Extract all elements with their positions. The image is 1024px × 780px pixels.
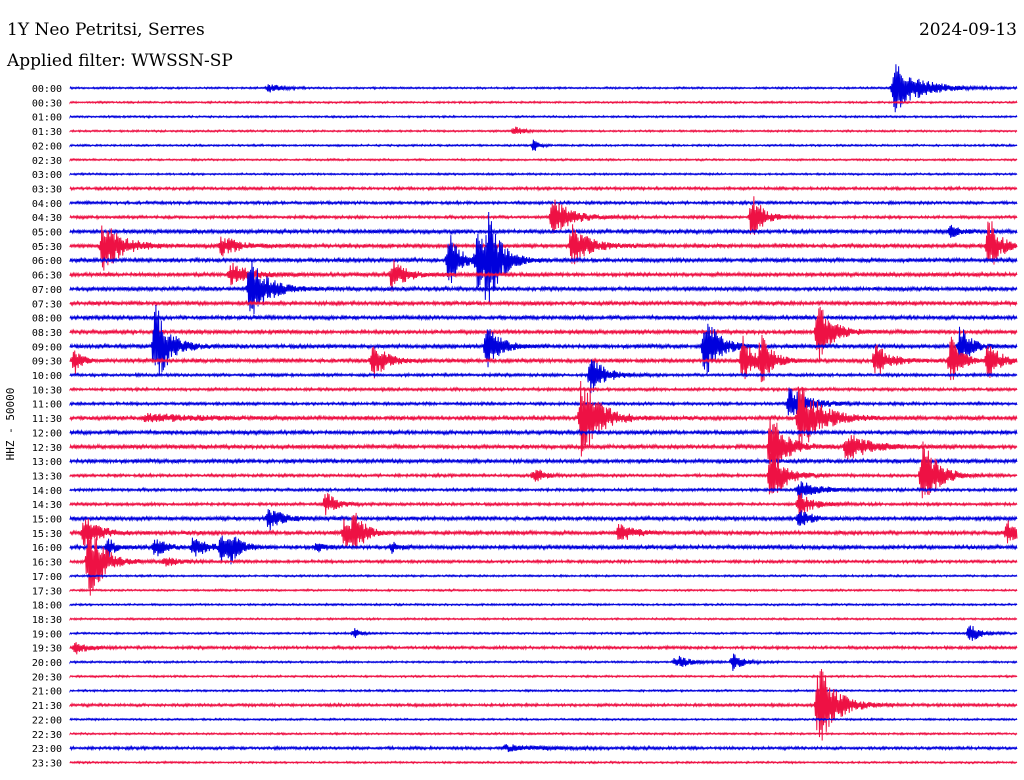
trace-line — [69, 731, 1018, 737]
time-label: 20:00 — [32, 658, 62, 669]
trace-line — [69, 64, 1018, 113]
time-label: 19:30 — [32, 644, 62, 655]
trace-line — [69, 385, 1018, 393]
trace-line — [69, 224, 1018, 238]
time-label: 09:30 — [32, 357, 62, 368]
trace-line — [69, 185, 1018, 192]
time-label: 18:30 — [32, 615, 62, 626]
trace-line — [69, 299, 1018, 308]
trace-line — [69, 481, 1018, 501]
helicorder-plot: HHZ - 50000 00:00 00:30 01:00 01:30 02:00 02:… — [4, 64, 1018, 769]
trace-line — [69, 625, 1018, 641]
trace-line — [69, 428, 1018, 437]
time-label: 04:30 — [32, 213, 62, 224]
time-label: 23:00 — [32, 744, 62, 755]
time-label: 10:30 — [32, 385, 62, 396]
time-label: 01:00 — [32, 113, 62, 124]
time-label: 14:00 — [32, 486, 62, 497]
trace-line — [69, 126, 1018, 135]
time-label: 14:30 — [32, 500, 62, 511]
trace-line — [69, 221, 1018, 271]
trace-line — [69, 492, 1018, 516]
trace-line — [69, 616, 1018, 622]
trace-line — [69, 306, 1018, 360]
time-label: 01:30 — [32, 127, 62, 138]
time-label: 23:30 — [32, 758, 62, 769]
time-label: 08:30 — [32, 328, 62, 339]
time-label: 22:30 — [32, 730, 62, 741]
trace-line — [69, 587, 1018, 593]
time-label: 11:00 — [32, 400, 62, 411]
time-label: 18:00 — [32, 601, 62, 612]
time-label: 19:00 — [32, 629, 62, 640]
trace-line — [69, 157, 1018, 163]
trace-line — [69, 744, 1018, 753]
time-label: 08:00 — [32, 314, 62, 325]
time-label: 03:00 — [32, 170, 62, 181]
trace-line — [69, 100, 1018, 105]
trace-line — [69, 668, 1018, 741]
time-label: 16:30 — [32, 558, 62, 569]
time-label: 02:00 — [32, 141, 62, 152]
trace-line — [69, 139, 1018, 151]
time-label: 20:30 — [32, 672, 62, 683]
time-label: 17:30 — [32, 586, 62, 597]
time-label: 21:30 — [32, 701, 62, 712]
y-axis-label: HHZ - 50000 — [4, 388, 17, 461]
time-label: 07:30 — [32, 299, 62, 310]
time-label: 13:00 — [32, 457, 62, 468]
trace-line — [69, 760, 1018, 765]
trace-line — [69, 653, 1018, 672]
time-label: 22:00 — [32, 715, 62, 726]
time-label: 02:30 — [32, 156, 62, 167]
time-label: 11:30 — [32, 414, 62, 425]
time-label: 13:30 — [32, 471, 62, 482]
trace-line — [69, 313, 1018, 322]
time-label: 00:30 — [32, 98, 62, 109]
time-label: 04:00 — [32, 199, 62, 210]
trace-line — [69, 688, 1018, 694]
time-label: 15:00 — [32, 515, 62, 526]
time-label: 15:30 — [32, 529, 62, 540]
time-label: 06:00 — [32, 256, 62, 267]
time-label: 05:30 — [32, 242, 62, 253]
time-label: 06:30 — [32, 271, 62, 282]
time-label: 07:00 — [32, 285, 62, 296]
trace-line — [69, 114, 1018, 120]
time-label: 10:00 — [32, 371, 62, 382]
trace-line — [69, 259, 1018, 292]
trace-line — [69, 387, 1018, 416]
trace-line — [69, 602, 1018, 607]
time-label: 16:00 — [32, 543, 62, 554]
trace-line — [69, 642, 1018, 655]
trace-line — [69, 535, 1018, 565]
trace-line — [69, 509, 1018, 531]
trace-line — [69, 674, 1018, 679]
time-label: 21:00 — [32, 687, 62, 698]
time-label: 12:00 — [32, 428, 62, 439]
trace-line — [69, 171, 1018, 177]
trace-line — [69, 573, 1018, 579]
time-label: 17:00 — [32, 572, 62, 583]
trace-line — [69, 457, 1018, 465]
time-label: 05:00 — [32, 228, 62, 239]
time-label: 09:00 — [32, 342, 62, 353]
trace-line — [69, 199, 1018, 207]
time-label: 00:00 — [32, 84, 62, 95]
trace-line — [69, 418, 1018, 480]
trace-line — [69, 717, 1018, 722]
trace-line — [69, 380, 1018, 457]
time-label: 03:30 — [32, 184, 62, 195]
time-label: 12:30 — [32, 443, 62, 454]
